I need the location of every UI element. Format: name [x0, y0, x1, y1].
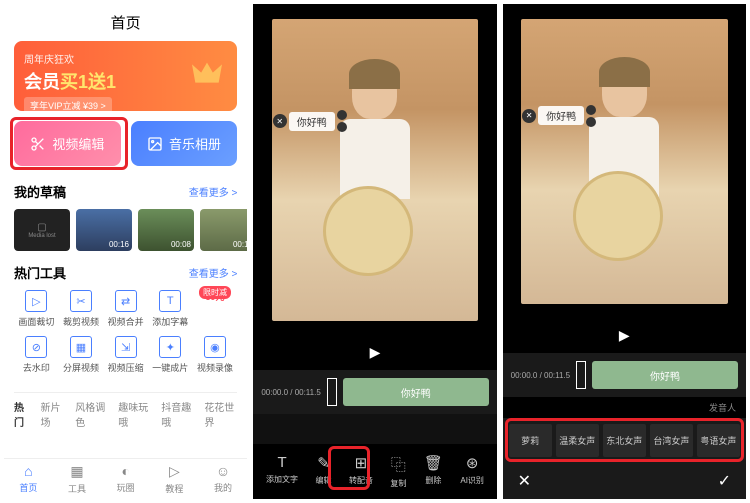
- voice-option[interactable]: 东北女声: [603, 424, 646, 457]
- timeline-clip[interactable]: 你好鸭: [343, 378, 489, 406]
- tool-watermark[interactable]: ⊘去水印: [14, 336, 59, 374]
- hot-tabs: 热门 新片场 风格调色 趣味玩哦 抖音趣哦 花花世界: [14, 392, 237, 429]
- voice-option[interactable]: 萝莉: [509, 424, 552, 457]
- play-button[interactable]: ▶: [370, 344, 381, 360]
- nav-home[interactable]: ⌂首页: [4, 463, 53, 495]
- voice-option[interactable]: 台湾女声: [650, 424, 693, 457]
- voice-section-label: 发音人: [503, 397, 746, 418]
- hot-tab[interactable]: 新片场: [41, 399, 66, 429]
- tool-ai[interactable]: ⊛AI识别: [460, 454, 484, 489]
- draft-item[interactable]: 00:16: [76, 209, 132, 251]
- close-icon[interactable]: ✕: [273, 114, 287, 128]
- timeline[interactable]: 00:00.0 / 00:11.5 你好鸭: [253, 370, 496, 414]
- tool-add-text[interactable]: T添加文字: [266, 454, 298, 489]
- timeline-marker[interactable]: [327, 378, 337, 406]
- bottom-nav: ⌂首页 ▦工具 ◐玩圈 ▷教程 ☺我的: [4, 458, 247, 499]
- tool-edit[interactable]: ✎编辑: [316, 454, 332, 489]
- cancel-button[interactable]: ✕: [518, 471, 531, 491]
- tool-record[interactable]: ◉视频录像: [193, 336, 238, 374]
- timeline-clip[interactable]: 你好鸭: [592, 361, 738, 389]
- nav-play[interactable]: ◐玩圈: [101, 463, 150, 495]
- drafts-more-link[interactable]: 查看更多 >: [189, 184, 238, 199]
- drafts-row: ▢Media lost 00:16 00:08 00:18: [14, 209, 237, 251]
- video-preview[interactable]: ✕ 你好鸭: [503, 4, 746, 319]
- crown-icon: [187, 56, 227, 96]
- draft-item[interactable]: ▢Media lost: [14, 209, 70, 251]
- timeline-marker[interactable]: [576, 361, 586, 389]
- confirm-button[interactable]: ✓: [718, 471, 731, 491]
- nav-tools[interactable]: ▦工具: [53, 463, 102, 495]
- draft-item[interactable]: 00:18: [200, 209, 247, 251]
- tool-auto[interactable]: ✦一键成片: [148, 336, 193, 374]
- tool-subtitle[interactable]: T添加字幕: [148, 290, 193, 328]
- hot-tab[interactable]: 抖音趣哦: [161, 399, 194, 429]
- tool-promo[interactable]: 39元限时减: [193, 290, 238, 328]
- text-overlay[interactable]: ✕ 你好鸭: [522, 105, 596, 127]
- voice-option[interactable]: 粤语女声: [697, 424, 740, 457]
- drafts-title: 我的草稿: [14, 182, 66, 201]
- tool-crop[interactable]: ▷画面裁切: [14, 290, 59, 328]
- editor-panel-tools: ✕ 你好鸭 ▶ 00:00.0 / 00:11.5 你好鸭 T添加文字 ✎编辑 …: [253, 4, 496, 499]
- music-album-button[interactable]: 音乐相册: [131, 121, 238, 166]
- timeline[interactable]: 00:00.0 / 00:11.5 你好鸭: [503, 353, 746, 397]
- tools-grid: ▷画面裁切 ✂裁剪视频 ⇄视频合并 T添加字幕 39元限时减 ⊘去水印 ▦分屏视…: [14, 290, 237, 382]
- voice-option[interactable]: 温柔女声: [556, 424, 599, 457]
- hot-tab[interactable]: 趣味玩哦: [118, 399, 151, 429]
- tool-dub[interactable]: ⊞转配音: [349, 454, 373, 489]
- tool-copy[interactable]: ⿻复制: [390, 454, 406, 489]
- tool-trim[interactable]: ✂裁剪视频: [59, 290, 104, 328]
- scissors-icon: [30, 136, 46, 152]
- nav-me[interactable]: ☺我的: [199, 463, 248, 495]
- editor-panel-voices: ✕ 你好鸭 ▶ 00:00.0 / 00:11.5 你好鸭 发音人 萝莉 温柔女…: [503, 4, 746, 499]
- draft-item[interactable]: 00:08: [138, 209, 194, 251]
- tool-merge[interactable]: ⇄视频合并: [103, 290, 148, 328]
- nav-tutorial[interactable]: ▷教程: [150, 463, 199, 495]
- tools-title: 热门工具: [14, 263, 66, 282]
- tool-split[interactable]: ▦分屏视频: [59, 336, 104, 374]
- page-title: 首页: [4, 4, 247, 41]
- hot-tab[interactable]: 风格调色: [75, 399, 108, 429]
- hot-tab[interactable]: 热门: [14, 399, 31, 429]
- voice-options: 萝莉 温柔女声 东北女声 台湾女声 粤语女声: [503, 418, 746, 463]
- home-panel: 首页 周年庆狂欢 会员买1送1 享年VIP立减 ¥39 > 视频编辑 音乐相册 …: [4, 4, 247, 499]
- video-preview[interactable]: ✕ 你好鸭: [253, 4, 496, 336]
- image-icon: [147, 136, 163, 152]
- close-icon[interactable]: ✕: [522, 109, 536, 123]
- promo-banner[interactable]: 周年庆狂欢 会员买1送1 享年VIP立减 ¥39 >: [14, 41, 237, 111]
- video-edit-button[interactable]: 视频编辑: [14, 121, 121, 166]
- tool-delete[interactable]: 🗑删除: [424, 454, 443, 489]
- editor-toolbar: T添加文字 ✎编辑 ⊞转配音 ⿻复制 🗑删除 ⊛AI识别: [253, 444, 496, 499]
- play-button[interactable]: ▶: [619, 327, 630, 343]
- hot-tab[interactable]: 花花世界: [204, 399, 237, 429]
- tools-more-link[interactable]: 查看更多 >: [189, 265, 238, 280]
- text-overlay[interactable]: ✕ 你好鸭: [273, 110, 347, 132]
- tool-compress[interactable]: ⇲视频压缩: [103, 336, 148, 374]
